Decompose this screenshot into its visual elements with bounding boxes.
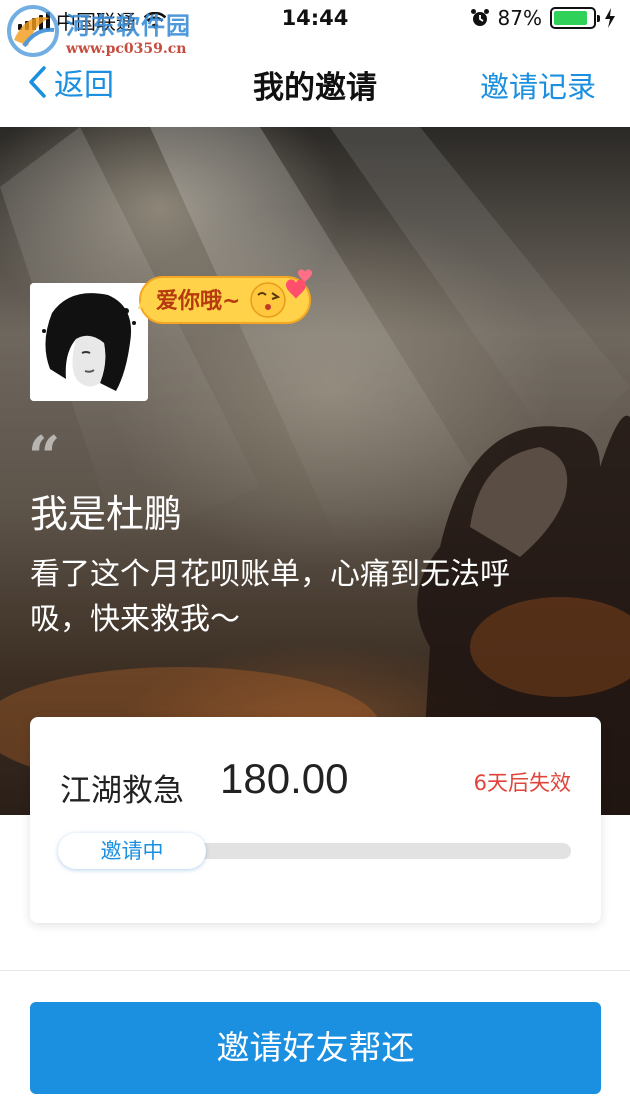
alarm-icon <box>470 9 489 26</box>
hero-banner: 爱你哦~ “ 我是杜鹏 看了这个月花呗账单，心痛到无法呼吸，快来救我～ <box>0 127 630 815</box>
battery-percent: 87% <box>497 6 542 30</box>
status-right: 87% <box>470 6 616 30</box>
invite-message: 看了这个月花呗账单，心痛到无法呼吸，快来救我～ <box>30 557 510 637</box>
chevron-left-icon <box>29 66 46 98</box>
love-badge-text: 爱你哦~ <box>156 289 241 314</box>
charging-bolt-icon <box>605 8 615 28</box>
divider <box>0 970 630 971</box>
battery-fill <box>554 11 588 25</box>
invite-card: 江湖救急 180.00 6天后失效 邀请中 <box>30 717 601 923</box>
loan-label: 江湖救急 <box>60 773 184 809</box>
watermark: 河东软件园 www.pc0359.cn <box>4 2 191 60</box>
watermark-title: 河东软件园 <box>66 10 191 40</box>
back-label: 返回 <box>54 68 114 103</box>
concert-background-image <box>0 127 630 815</box>
watermark-logo-icon <box>7 5 59 57</box>
avatar-portrait-icon <box>30 283 148 401</box>
status-badge: 邀请中 <box>58 833 206 869</box>
invite-friends-button[interactable]: 邀请好友帮还 <box>30 1002 601 1094</box>
invite-records-link[interactable]: 邀请记录 <box>480 64 596 106</box>
loan-amount: 180.00 <box>220 755 349 802</box>
battery-icon <box>550 7 600 29</box>
watermark-url: www.pc0359.cn <box>66 40 187 57</box>
back-button[interactable]: 返回 <box>26 60 114 104</box>
expiry-text: 6天后失效 <box>473 771 571 795</box>
quote-mark-icon: “ <box>28 424 61 490</box>
inviter-name: 我是杜鹏 <box>30 492 183 536</box>
avatar <box>30 283 148 401</box>
